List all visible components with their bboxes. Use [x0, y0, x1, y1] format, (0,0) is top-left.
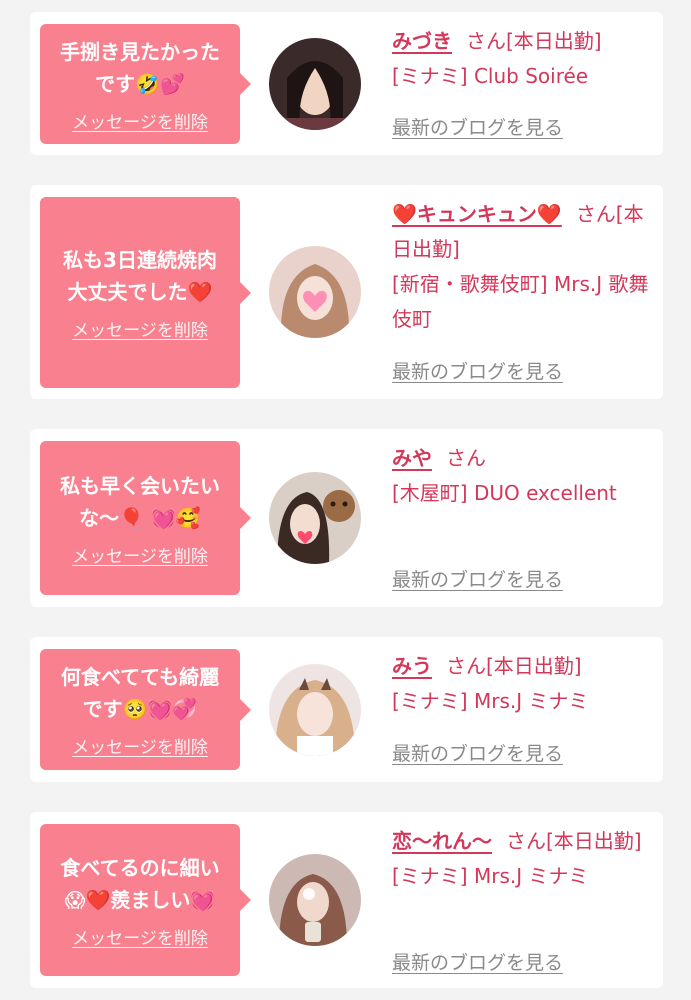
message-text: 手捌き見たかった です🤣💕	[60, 39, 220, 96]
cast-avatar[interactable]	[269, 664, 361, 756]
message-text: 私も3日連続焼肉 大丈夫でした❤️	[63, 248, 217, 304]
message-card: 何食べてても綺麗 です🥺💓💞 メッセージを削除 みう さん[本日出勤] [ミナミ]…	[30, 637, 663, 782]
message-text: 食べてるのに細い 😱❤️羨ましい💓	[60, 855, 220, 912]
cast-info: みや さん [木屋町] DUO excellent	[392, 441, 649, 511]
message-list: 手捌き見たかった です🤣💕 メッセージを削除 みづき さん[本日出勤] [ミナミ]…	[0, 0, 691, 1000]
cast-avatar[interactable]	[269, 854, 361, 946]
message-bubble: 手捌き見たかった です🤣💕 メッセージを削除	[40, 24, 251, 144]
profile-photo-icon	[269, 38, 361, 130]
cast-name-suffix: さん[本日出勤]	[446, 654, 582, 678]
message-card: 食べてるのに細い 😱❤️羨ましい💓 メッセージを削除 恋〜れん〜 さん[本日出勤]…	[30, 812, 663, 988]
latest-blog-link[interactable]: 最新のブログを見る	[392, 565, 563, 592]
cast-avatar[interactable]	[269, 246, 361, 338]
delete-message-link[interactable]: メッセージを削除	[72, 924, 208, 949]
message-bubble: 私も3日連続焼肉 大丈夫でした❤️ メッセージを削除	[40, 197, 251, 388]
message-text: 何食べてても綺麗 です🥺💓💞	[60, 665, 220, 721]
latest-blog-link[interactable]: 最新のブログを見る	[392, 739, 563, 766]
shop-name: [ミナミ] Mrs.J ミナミ	[392, 689, 589, 713]
shop-name: [木屋町] DUO excellent	[392, 481, 617, 505]
message-text: 私も早く会いたい な〜🎈 💓🥰	[60, 473, 220, 530]
delete-message-link[interactable]: メッセージを削除	[72, 733, 208, 758]
delete-message-link[interactable]: メッセージを削除	[72, 542, 208, 567]
profile-photo-icon	[269, 854, 361, 946]
shop-name: [ミナミ] Club Soirée	[392, 64, 589, 88]
cast-info: みう さん[本日出勤] [ミナミ] Mrs.J ミナミ	[392, 649, 649, 719]
cast-name-link[interactable]: みや	[392, 446, 432, 470]
profile-photo-icon	[269, 664, 361, 756]
cast-name-link[interactable]: みづき	[392, 29, 452, 53]
latest-blog-link[interactable]: 最新のブログを見る	[392, 948, 563, 975]
message-card: 私も早く会いたい な〜🎈 💓🥰 メッセージを削除 みや さん [木屋町] DUO …	[30, 429, 663, 607]
delete-message-link[interactable]: メッセージを削除	[72, 108, 208, 133]
cast-name-suffix: さん[本日出勤]	[466, 29, 602, 53]
cast-info: みづき さん[本日出勤] [ミナミ] Club Soirée	[392, 24, 649, 94]
cast-avatar[interactable]	[269, 472, 361, 564]
latest-blog-link[interactable]: 最新のブログを見る	[392, 113, 563, 140]
latest-blog-link[interactable]: 最新のブログを見る	[392, 357, 563, 384]
cast-info: ❤️キュンキュン❤️ さん[本日出勤] [新宿・歌舞伎町] Mrs.J 歌舞伎町	[392, 197, 649, 337]
delete-message-link[interactable]: メッセージを削除	[72, 316, 208, 341]
shop-name: [ミナミ] Mrs.J ミナミ	[392, 864, 589, 888]
cast-avatar[interactable]	[269, 38, 361, 130]
profile-photo-icon	[269, 472, 361, 564]
cast-name-suffix: さん	[446, 446, 486, 470]
message-card: 手捌き見たかった です🤣💕 メッセージを削除 みづき さん[本日出勤] [ミナミ]…	[30, 12, 663, 155]
message-bubble: 私も早く会いたい な〜🎈 💓🥰 メッセージを削除	[40, 441, 251, 595]
cast-name-link[interactable]: ❤️キュンキュン❤️	[392, 202, 562, 226]
profile-photo-icon	[269, 246, 361, 338]
cast-name-suffix: さん[本日出勤]	[506, 829, 642, 853]
cast-name-link[interactable]: みう	[392, 654, 432, 678]
message-bubble: 食べてるのに細い 😱❤️羨ましい💓 メッセージを削除	[40, 824, 251, 976]
cast-info: 恋〜れん〜 さん[本日出勤] [ミナミ] Mrs.J ミナミ	[392, 824, 649, 894]
message-card: 私も3日連続焼肉 大丈夫でした❤️ メッセージを削除 ❤️キュンキュン❤️ さん[…	[30, 185, 663, 399]
cast-name-link[interactable]: 恋〜れん〜	[392, 829, 492, 853]
message-bubble: 何食べてても綺麗 です🥺💓💞 メッセージを削除	[40, 649, 251, 770]
shop-name: [新宿・歌舞伎町] Mrs.J 歌舞伎町	[392, 272, 649, 331]
